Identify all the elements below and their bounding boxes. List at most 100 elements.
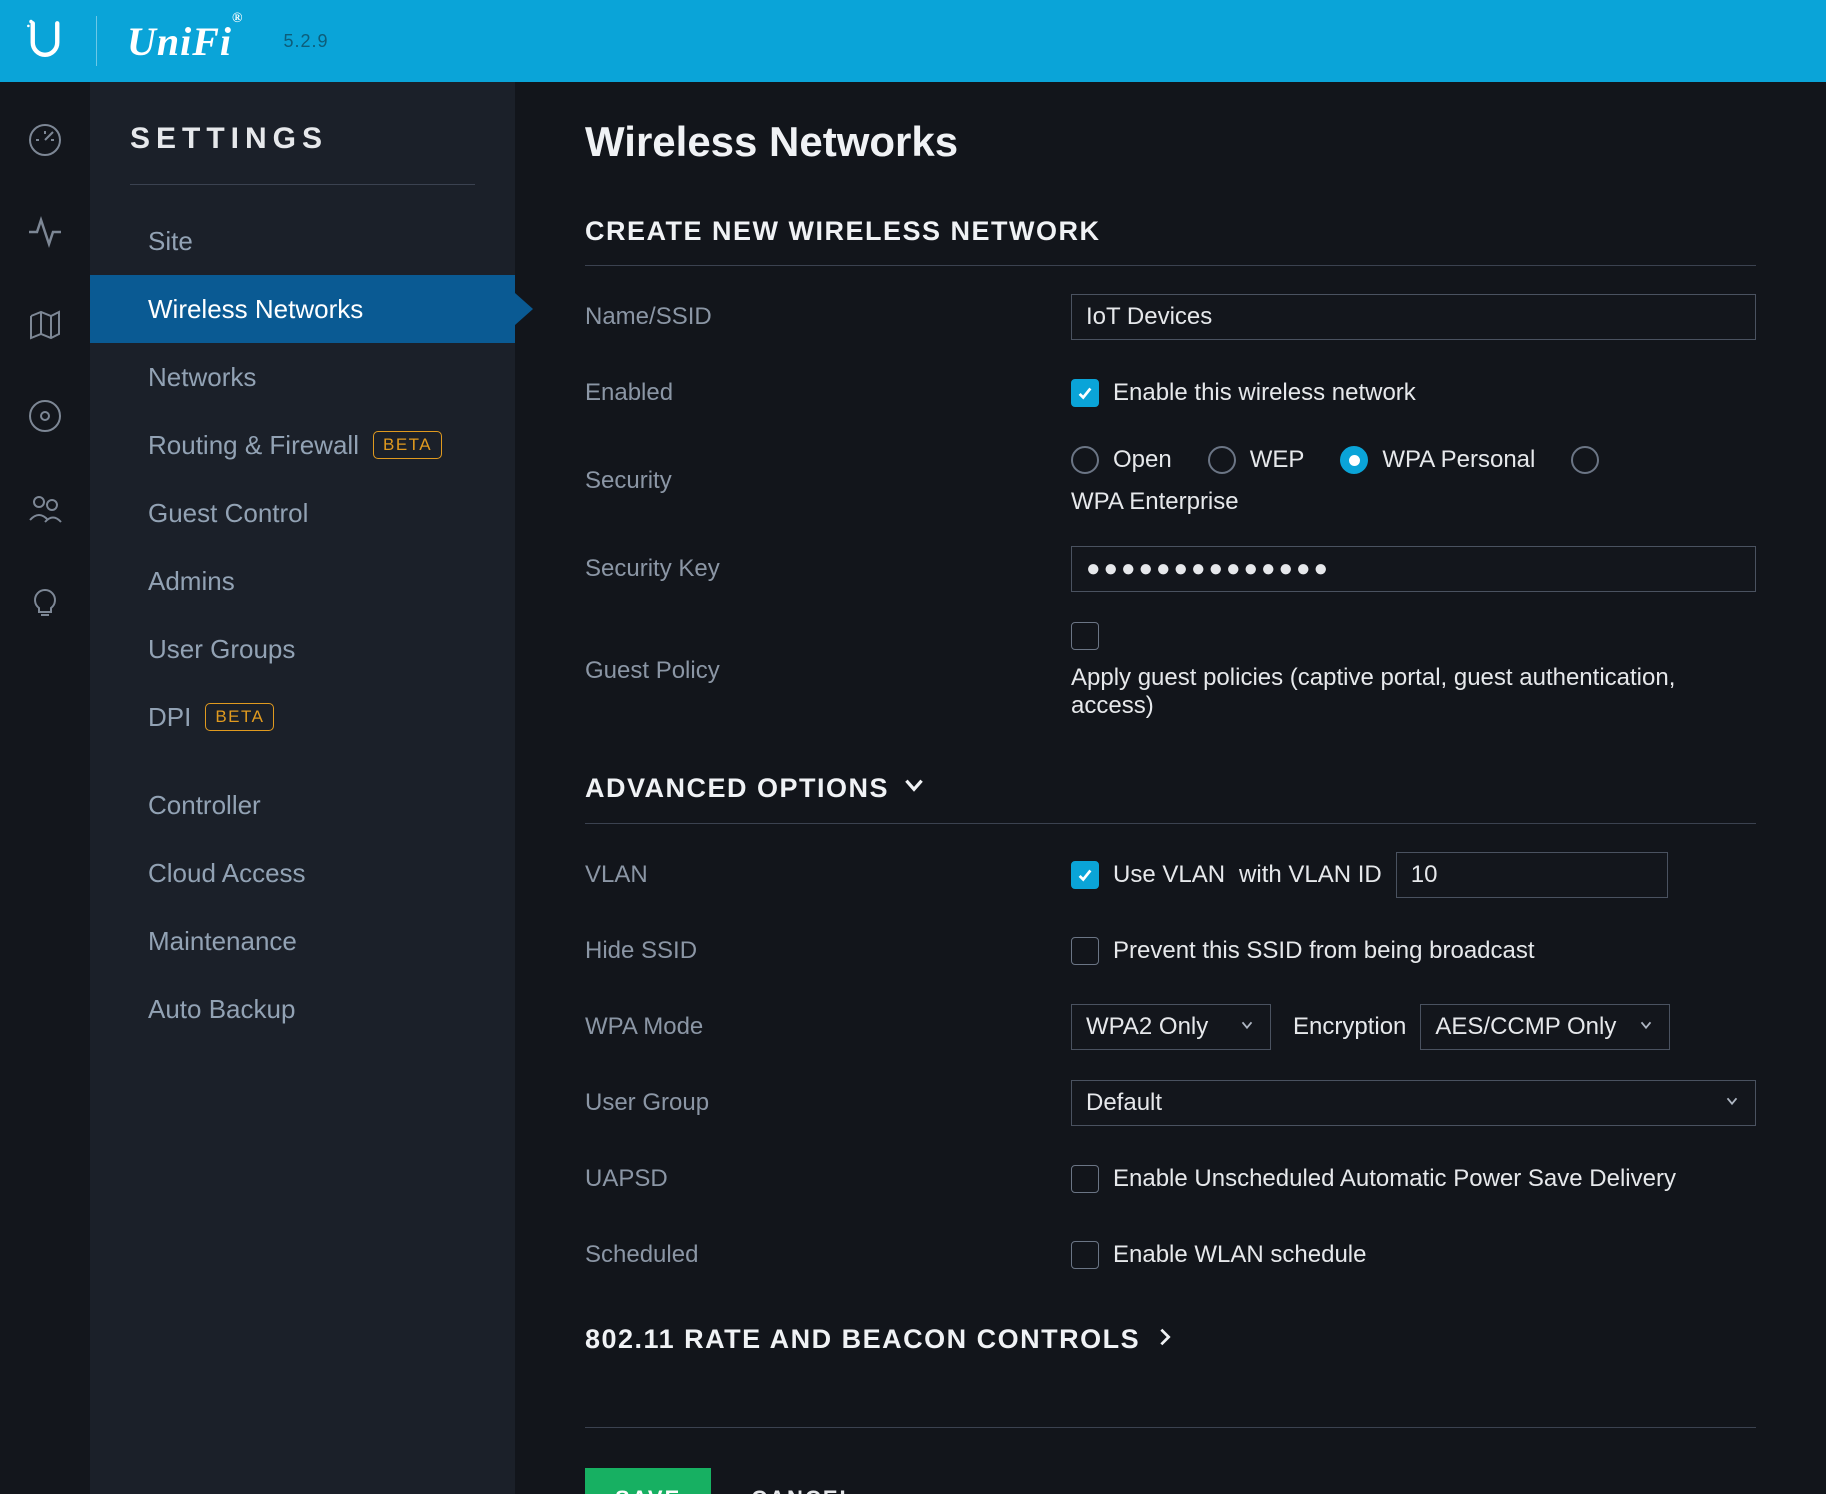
sidebar-item-label: Routing & Firewall: [148, 430, 359, 461]
version-label: 5.2.9: [284, 31, 329, 52]
sidebar-item-label: Site: [148, 226, 193, 257]
devices-icon[interactable]: [27, 398, 63, 434]
beta-badge: BETA: [205, 703, 274, 731]
sidebar-item-user-groups[interactable]: User Groups: [90, 615, 515, 683]
hide-ssid-checkbox[interactable]: [1071, 937, 1099, 965]
sidebar-item-label: Maintenance: [148, 926, 297, 957]
vlan-text-b: with VLAN ID: [1239, 861, 1382, 889]
enabled-checkbox[interactable]: [1071, 379, 1099, 407]
brand-wordmark: UniFi®: [127, 18, 244, 65]
security-wpa-enterprise-label: WPA Enterprise: [1071, 488, 1239, 516]
sidebar-item-maintenance[interactable]: Maintenance: [90, 907, 515, 975]
user-group-value: Default: [1086, 1089, 1162, 1117]
scheduled-text: Enable WLAN schedule: [1113, 1241, 1366, 1269]
name-ssid-label: Name/SSID: [585, 303, 1071, 331]
sidebar-item-label: DPI: [148, 702, 191, 733]
main-content: Wireless Networks CREATE NEW WIRELESS NE…: [515, 82, 1826, 1494]
security-open-radio[interactable]: [1071, 446, 1099, 474]
page-title: Wireless Networks: [585, 118, 1756, 166]
clients-icon[interactable]: [27, 490, 63, 526]
encryption-value: AES/CCMP Only: [1435, 1013, 1616, 1041]
security-open-label: Open: [1113, 446, 1172, 474]
separator: [585, 1427, 1756, 1428]
hide-ssid-label: Hide SSID: [585, 937, 1071, 965]
user-group-label: User Group: [585, 1089, 1071, 1117]
settings-menu: Site Wireless Networks Networks Routing …: [90, 207, 515, 1043]
scheduled-checkbox[interactable]: [1071, 1241, 1099, 1269]
sidebar-item-site[interactable]: Site: [90, 207, 515, 275]
security-key-label: Security Key: [585, 555, 1071, 583]
guest-policy-label: Guest Policy: [585, 657, 1071, 685]
settings-heading: SETTINGS: [130, 122, 475, 185]
uapsd-text: Enable Unscheduled Automatic Power Save …: [1113, 1165, 1676, 1193]
sidebar-item-label: Wireless Networks: [148, 294, 363, 325]
sidebar-item-label: Cloud Access: [148, 858, 306, 889]
section-create-heading: CREATE NEW WIRELESS NETWORK: [585, 216, 1756, 266]
sidebar-item-label: Admins: [148, 566, 235, 597]
security-wep-label: WEP: [1250, 446, 1305, 474]
encryption-label: Encryption: [1293, 1013, 1406, 1041]
security-wep-radio[interactable]: [1208, 446, 1236, 474]
guest-policy-text: Apply guest policies (captive portal, gu…: [1071, 664, 1756, 720]
sidebar-item-guest-control[interactable]: Guest Control: [90, 479, 515, 547]
chevron-down-icon: [1637, 1013, 1655, 1041]
beta-badge: BETA: [373, 431, 442, 459]
vlan-label: VLAN: [585, 861, 1071, 889]
wpa-mode-label: WPA Mode: [585, 1013, 1071, 1041]
icon-rail: [0, 82, 90, 1494]
chevron-down-icon: [1723, 1089, 1741, 1117]
map-icon[interactable]: [27, 306, 63, 342]
form-actions: SAVE CANCEL: [585, 1468, 1756, 1494]
chevron-down-icon: [1238, 1013, 1256, 1041]
security-wpa-enterprise-radio[interactable]: [1571, 446, 1599, 474]
dashboard-gauge-icon[interactable]: [27, 122, 63, 158]
enabled-text: Enable this wireless network: [1113, 379, 1416, 407]
sidebar-item-label: Networks: [148, 362, 256, 393]
sidebar-item-auto-backup[interactable]: Auto Backup: [90, 975, 515, 1043]
security-key-input[interactable]: [1071, 546, 1756, 592]
sidebar-item-admins[interactable]: Admins: [90, 547, 515, 615]
sidebar-item-routing-firewall[interactable]: Routing & Firewall BETA: [90, 411, 515, 479]
uapsd-label: UAPSD: [585, 1165, 1071, 1193]
section-rate-heading[interactable]: 802.11 RATE AND BEACON CONTROLS: [585, 1324, 1756, 1427]
name-ssid-input[interactable]: [1071, 294, 1756, 340]
cancel-button[interactable]: CANCEL: [751, 1486, 855, 1494]
sidebar-item-label: User Groups: [148, 634, 295, 665]
wpa-mode-select[interactable]: WPA2 Only: [1071, 1004, 1271, 1050]
settings-sidebar: SETTINGS Site Wireless Networks Networks…: [90, 82, 515, 1494]
section-advanced-heading[interactable]: ADVANCED OPTIONS: [585, 772, 1756, 824]
uapsd-checkbox[interactable]: [1071, 1165, 1099, 1193]
sidebar-item-networks[interactable]: Networks: [90, 343, 515, 411]
sidebar-item-cloud-access[interactable]: Cloud Access: [90, 839, 515, 907]
guest-policy-checkbox[interactable]: [1071, 622, 1099, 650]
user-group-select[interactable]: Default: [1071, 1080, 1756, 1126]
chevron-down-icon: [901, 772, 927, 805]
vlan-id-input[interactable]: [1396, 852, 1668, 898]
insights-bulb-icon[interactable]: [27, 582, 63, 618]
sidebar-item-controller[interactable]: Controller: [90, 771, 515, 839]
security-wpa-personal-radio[interactable]: [1340, 446, 1368, 474]
sidebar-item-label: Auto Backup: [148, 994, 295, 1025]
unifi-u-icon: [24, 18, 66, 65]
section-advanced-label: ADVANCED OPTIONS: [585, 773, 889, 804]
chevron-right-icon: [1154, 1324, 1176, 1355]
wpa-mode-value: WPA2 Only: [1086, 1013, 1208, 1041]
vlan-text-a: Use VLAN: [1113, 861, 1225, 889]
hide-ssid-text: Prevent this SSID from being broadcast: [1113, 937, 1535, 965]
scheduled-label: Scheduled: [585, 1241, 1071, 1269]
save-button[interactable]: SAVE: [585, 1468, 711, 1494]
create-network-form: Name/SSID Enabled Enable this wireless n…: [585, 294, 1756, 720]
activity-icon[interactable]: [27, 214, 63, 250]
sidebar-item-wireless-networks[interactable]: Wireless Networks: [90, 275, 515, 343]
header-divider: [96, 16, 97, 66]
sidebar-item-dpi[interactable]: DPI BETA: [90, 683, 515, 751]
security-wpa-personal-label: WPA Personal: [1382, 446, 1535, 474]
sidebar-item-label: Guest Control: [148, 498, 308, 529]
sidebar-item-label: Controller: [148, 790, 261, 821]
vlan-checkbox[interactable]: [1071, 861, 1099, 889]
section-rate-label: 802.11 RATE AND BEACON CONTROLS: [585, 1324, 1140, 1355]
enabled-label: Enabled: [585, 379, 1071, 407]
app-header: UniFi® 5.2.9: [0, 0, 1826, 82]
encryption-select[interactable]: AES/CCMP Only: [1420, 1004, 1670, 1050]
security-label: Security: [585, 467, 1071, 495]
